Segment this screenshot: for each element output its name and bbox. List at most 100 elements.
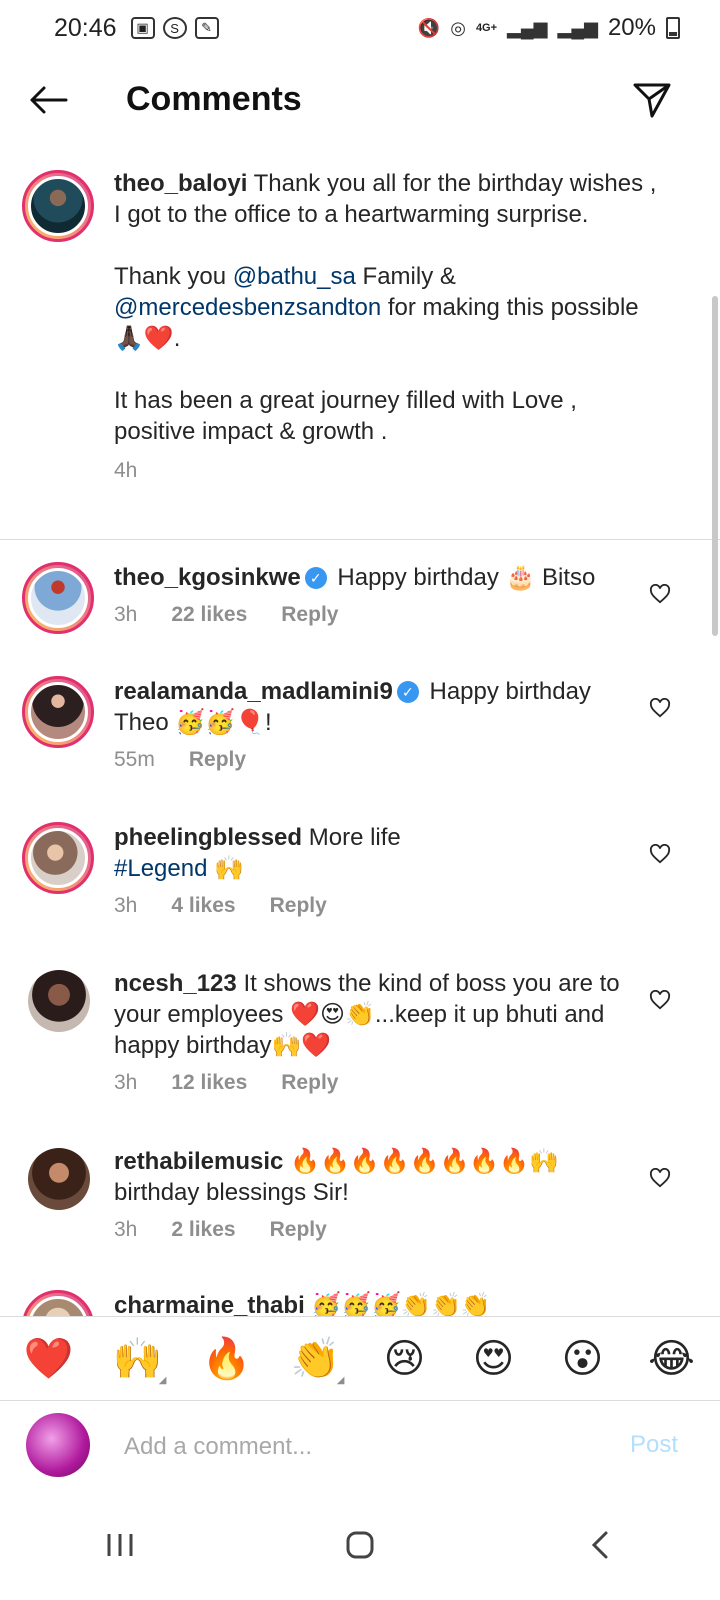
network-type: 4G+ (475, 21, 498, 34)
emoji-crying-button[interactable]: 😢 (370, 1336, 440, 1382)
comment-input[interactable] (124, 1427, 564, 1467)
header: Comments (0, 56, 720, 146)
post-button[interactable]: Post (630, 1431, 678, 1459)
system-nav-bar (0, 1490, 720, 1600)
home-button[interactable] (330, 1515, 390, 1575)
share-button[interactable] (630, 78, 674, 122)
recent-apps-button[interactable] (90, 1515, 150, 1575)
signal-icon-2: ▂▄▆ (557, 17, 598, 38)
emoji-raising-hands-button[interactable]: 🙌 ◢ (103, 1335, 173, 1386)
verified-badge-icon: ✓ (396, 681, 419, 703)
system-back-button[interactable] (570, 1515, 630, 1575)
send-icon (633, 83, 671, 118)
post-caption: theo_baloyi Thank you all for the birthd… (0, 146, 720, 538)
comment-username[interactable]: ncesh_123 (114, 970, 237, 997)
reply-button[interactable]: Reply (189, 748, 246, 772)
comment-time: 3h (114, 1071, 138, 1094)
comment-username[interactable]: rethabilemusic (114, 1148, 283, 1175)
comment-meta: 3h 12 likes Reply (114, 1071, 630, 1095)
comment-text-2: 🙌 (207, 855, 244, 882)
avatar[interactable] (22, 1290, 94, 1316)
scrollbar[interactable] (712, 296, 718, 636)
battery-percent: 20% (607, 14, 656, 41)
comment-meta: 3h 4 likes Reply (114, 894, 630, 918)
avatar[interactable] (22, 822, 94, 894)
reply-button[interactable]: Reply (281, 1071, 338, 1095)
heart-outline-icon (649, 990, 671, 1010)
divider (0, 539, 720, 540)
mention-link[interactable]: @bathu_sa (233, 263, 356, 290)
signal-icon: ▂▄▆ (507, 17, 548, 38)
emoji-heart-eyes-button[interactable]: 😍 (459, 1336, 529, 1382)
gallery-icon: ▣ (130, 17, 155, 39)
emoji-clap-button[interactable]: 👏 ◢ (281, 1335, 351, 1386)
home-icon (346, 1531, 374, 1559)
reply-button[interactable]: Reply (270, 1218, 327, 1242)
comment-text: Happy birthday 🎂 Bitso (337, 564, 596, 591)
recent-apps-icon (107, 1534, 133, 1556)
comment-username[interactable]: realamanda_madlamini9 (114, 678, 393, 705)
raising-hands-emoji: 🙌 (112, 1336, 163, 1382)
avatar[interactable] (22, 562, 94, 634)
status-bar: 20:46 ▣ S ✎ 🔇 ◎ 4G+ ▂▄▆ ▂▄▆ 20% (0, 0, 720, 56)
battery-icon (666, 17, 680, 39)
emoji-fire-button[interactable]: 🔥 (192, 1335, 262, 1382)
comment-likes[interactable]: 22 likes (171, 603, 247, 627)
caption-username[interactable]: theo_baloyi (114, 170, 247, 197)
comment-composer: Post (0, 1400, 720, 1490)
like-comment-button[interactable] (648, 582, 672, 606)
comment-meta: 55m Reply (114, 748, 630, 772)
emoji-quick-bar: ❤️ 🙌 ◢ 🔥 👏 ◢ 😢 😍 😮 😂 (0, 1316, 720, 1400)
like-comment-button[interactable] (648, 1166, 672, 1190)
comment-username[interactable]: theo_kgosinkwe (114, 564, 301, 591)
avatar[interactable] (28, 970, 90, 1032)
comment-meta: 3h 2 likes Reply (114, 1218, 630, 1242)
comment-time: 3h (114, 603, 138, 626)
avatar[interactable] (28, 1148, 90, 1210)
like-comment-button[interactable] (648, 842, 672, 866)
emoji-heart-button[interactable]: ❤️ (14, 1335, 84, 1382)
avatar[interactable] (22, 170, 94, 242)
arrow-left-icon (30, 86, 68, 114)
caption-text: theo_baloyi Thank you all for the birthd… (114, 168, 660, 447)
comment-text: More life (308, 824, 401, 851)
hotspot-icon: ◎ (450, 17, 466, 38)
system-icons: 🔇 ◎ 4G+ ▂▄▆ ▂▄▆ 20% (418, 14, 680, 42)
mention-link[interactable]: @mercedesbenzsandton (114, 294, 381, 321)
comment-time: 55m (114, 748, 155, 771)
like-comment-button[interactable] (648, 988, 672, 1012)
heart-outline-icon (649, 1168, 671, 1188)
page-title: Comments (126, 80, 302, 118)
reply-button[interactable]: Reply (281, 603, 338, 627)
comment-meta: 3h 22 likes Reply (114, 603, 630, 627)
comment-time: 3h (114, 894, 138, 917)
skin-tone-indicator-icon: ◢ (158, 1375, 167, 1386)
back-button[interactable] (26, 78, 70, 122)
comment-username[interactable]: pheelingblessed (114, 824, 302, 851)
caption-line2-prefix: Thank you (114, 263, 233, 290)
emoji-laughing-button[interactable]: 😂 (637, 1336, 707, 1382)
caption-meta: 4h (114, 459, 660, 483)
status-time: 20:46 (54, 13, 117, 42)
caption-line2-mid: Family & (355, 263, 456, 290)
comment-time: 3h (114, 1218, 138, 1241)
heart-outline-icon (649, 844, 671, 864)
app-notification-icon: ✎ (194, 17, 219, 39)
comment-username[interactable]: charmaine_thabi (114, 1292, 305, 1316)
like-comment-button[interactable] (648, 696, 672, 720)
reply-button[interactable]: Reply (270, 894, 327, 918)
comment-likes[interactable]: 2 likes (171, 1218, 235, 1242)
comment-likes[interactable]: 4 likes (171, 894, 235, 918)
caption-time: 4h (114, 459, 138, 482)
heart-outline-icon (649, 698, 671, 718)
caption-line3: It has been a great journey filled with … (114, 387, 577, 445)
comments-list[interactable]: theo_baloyi Thank you all for the birthd… (0, 146, 720, 1316)
notification-icons: ▣ S ✎ (130, 17, 219, 39)
skin-tone-indicator-icon: ◢ (336, 1375, 345, 1386)
current-user-avatar (26, 1413, 90, 1477)
emoji-surprised-button[interactable]: 😮 (548, 1336, 618, 1382)
hashtag-link[interactable]: #Legend (114, 855, 207, 882)
comment-likes[interactable]: 12 likes (171, 1071, 247, 1095)
clap-emoji: 👏 (290, 1336, 341, 1382)
avatar[interactable] (22, 676, 94, 748)
